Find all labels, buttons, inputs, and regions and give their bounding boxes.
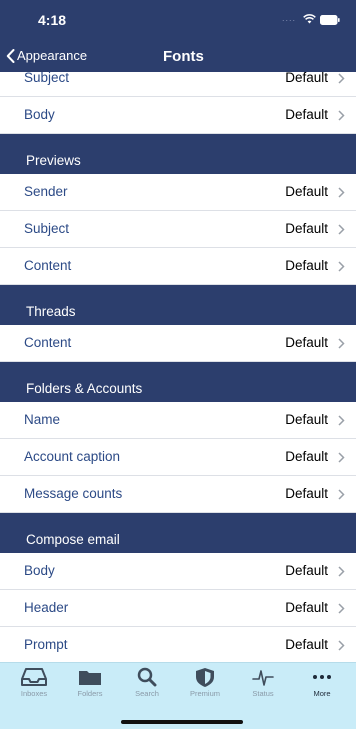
back-button-label: Appearance [17,48,88,63]
tab-status[interactable]: Status [233,667,293,698]
setting-label: Content [24,335,72,350]
setting-value: Default [285,221,328,236]
setting-value: Default [285,107,328,122]
tab-label: Status [252,689,274,698]
setting-value: Default [285,335,328,350]
setting-label: Content [24,258,72,273]
section-header-previews: Previews [0,134,356,174]
page-title: Fonts [163,48,204,65]
inbox-tray-icon [21,668,47,686]
back-button[interactable]: Appearance [6,48,87,63]
tab-label: Search [135,689,159,698]
chevron-right-icon [338,224,345,235]
navigation-bar: Appearance Fonts [0,44,356,72]
tab-label: Inboxes [20,689,48,698]
chevron-right-icon [338,73,345,84]
setting-row-subject[interactable]: Subject Default [0,211,356,248]
chevron-right-icon [338,338,345,349]
tab-folders[interactable]: Folders [60,667,120,698]
setting-value: Default [285,600,328,615]
tab-label: Premium [189,689,220,698]
magnifier-icon [137,667,157,687]
signal-icon: .... [282,13,297,23]
setting-value: Default [285,412,328,427]
setting-label: Header [24,600,69,615]
setting-value: Default [285,563,328,578]
tab-more[interactable]: More [292,667,352,698]
setting-label: Body [24,563,55,578]
section-title: Compose email [26,532,120,547]
setting-value: Default [285,72,328,85]
setting-row-name[interactable]: Name Default [0,402,356,439]
setting-row-header[interactable]: Header Default [0,590,356,627]
setting-label: Body [24,107,55,122]
setting-value: Default [285,184,328,199]
setting-row-content[interactable]: Content Default [0,325,356,362]
pulse-icon [252,670,274,686]
setting-value: Default [285,486,328,501]
chevron-right-icon [338,640,345,651]
shield-icon [196,668,214,687]
tab-premium[interactable]: Premium [175,667,235,698]
tab-label: Folders [77,689,103,698]
section-header-compose-email: Compose email [0,513,356,553]
status-bar: 4:18 .... [0,0,356,44]
chevron-right-icon [338,187,345,198]
section-header-folders-accounts: Folders & Accounts [0,362,356,402]
tab-search[interactable]: Search [117,667,177,698]
section-title: Previews [26,153,81,168]
setting-row-content[interactable]: Content Default [0,248,356,285]
chevron-right-icon [338,261,345,272]
setting-label: Sender [24,184,68,199]
setting-row-message-counts[interactable]: Message counts Default [0,476,356,513]
chevron-right-icon [338,489,345,500]
chevron-right-icon [338,603,345,614]
tab-label: More [313,689,331,698]
setting-value: Default [285,449,328,464]
setting-value: Default [285,258,328,273]
folder-icon [79,671,101,685]
chevron-right-icon [338,452,345,463]
setting-row-body[interactable]: Body Default [0,97,356,134]
battery-icon [320,15,340,25]
chevron-left-icon [6,48,15,63]
chevron-right-icon [338,415,345,426]
setting-label: Account caption [24,449,121,464]
setting-row-body[interactable]: Body Default [0,553,356,590]
setting-label: Subject [24,72,70,85]
setting-label: Subject [24,221,70,236]
section-title: Threads [26,304,76,319]
chevron-right-icon [338,566,345,577]
setting-label: Message counts [24,486,123,501]
setting-row-sender[interactable]: Sender Default [0,174,356,211]
tab-inboxes[interactable]: Inboxes [4,667,64,698]
tab-bar: Inboxes Folders Search Premium Status Mo… [0,662,356,729]
setting-value: Default [285,637,328,652]
wifi-icon [303,14,316,24]
setting-label: Name [24,412,61,427]
setting-label: Prompt [24,637,68,652]
chevron-right-icon [338,110,345,121]
home-indicator [121,720,243,724]
setting-row-account-caption[interactable]: Account caption Default [0,439,356,476]
setting-row-prompt[interactable]: Prompt Default [0,627,356,662]
setting-row-subject[interactable]: Subject Default [0,72,356,97]
ellipsis-icon [313,675,331,679]
section-header-threads: Threads [0,285,356,325]
status-time: 4:18 [38,12,67,28]
section-title: Folders & Accounts [26,381,143,396]
settings-list[interactable]: Subject Default Body Default Previews Se… [0,72,356,662]
